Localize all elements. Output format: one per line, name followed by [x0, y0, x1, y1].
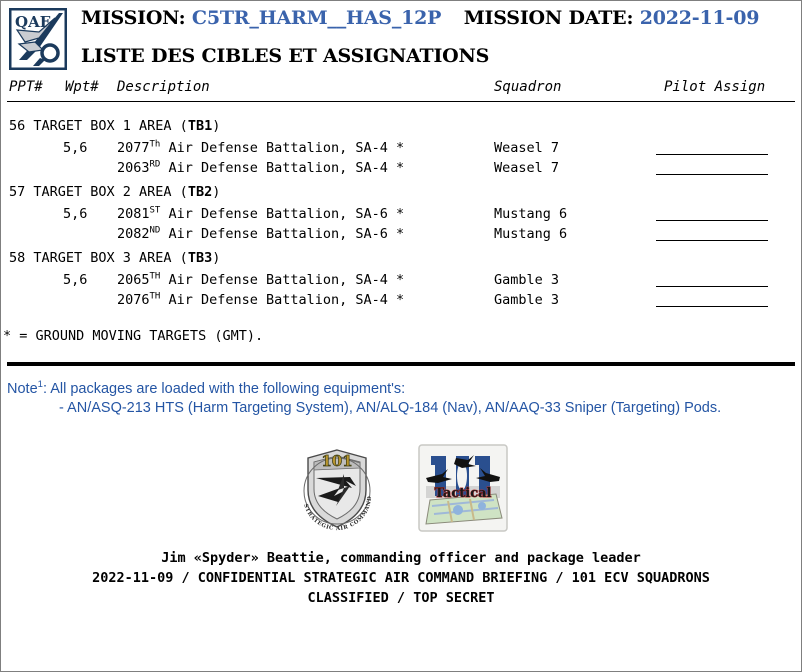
target-row-waypoints: 5,6: [63, 272, 88, 288]
target-row: 5,6 2077Th Air Defense Battalion, SA-4 * W…: [7, 138, 795, 158]
mission-date-label: MISSION DATE:: [463, 7, 634, 29]
equipment-note: Note1: All packages are loaded with the …: [7, 380, 795, 418]
target-group-code: TB1: [187, 118, 213, 134]
column-header-ppt: PPT#: [9, 79, 43, 95]
note-line-1-text: : All packages are loaded with the follo…: [42, 381, 406, 397]
column-header-wpt: Wpt#: [65, 79, 99, 95]
target-unit-ordinal: TH: [149, 291, 161, 302]
target-row-squadron: Weasel 7: [494, 160, 560, 176]
target-group-title: 56 TARGET BOX 1 AREA (TB1): [7, 112, 795, 138]
pilot-assign-field[interactable]: [656, 204, 768, 221]
target-row-description: 2065TH Air Defense Battalion, SA-4 *: [117, 270, 404, 290]
pilot-assign-field[interactable]: [656, 138, 768, 155]
footer-line-2: 2022-11-09 / CONFIDENTIAL STRATEGIC AIR …: [92, 570, 710, 586]
strategic-air-command-emblem: STRATEGIC AIR COMMAND 101: [302, 449, 372, 532]
target-group: 57 TARGET BOX 2 AREA (TB2) 5,6 2081ST Air …: [7, 178, 795, 244]
target-row-description: 2076TH Air Defense Battalion, SA-4 *: [117, 290, 404, 310]
target-row-squadron: Mustang 6: [494, 206, 568, 222]
target-row-squadron: Mustang 6: [494, 226, 568, 242]
tactical-word: Tactical: [435, 486, 492, 501]
target-group: 56 TARGET BOX 1 AREA (TB1) 5,6 2077Th Air …: [7, 112, 795, 178]
target-row: 2076TH Air Defense Battalion, SA-4 * Gamb…: [7, 290, 795, 310]
column-header-pilot-assign: Pilot Assign: [664, 79, 766, 95]
column-header-description: Description: [117, 79, 210, 95]
footer-line-1: Jim «Spyder» Beattie, commanding officer…: [161, 550, 641, 566]
table-column-headers: PPT# Wpt# Description Squadron Pilot Ass…: [7, 79, 795, 102]
note-line-1: Note1: All packages are loaded with the …: [7, 380, 795, 399]
target-row-description: 2063RD Air Defense Battalion, SA-4 *: [117, 158, 404, 178]
target-row-description: 2081ST Air Defense Battalion, SA-6 *: [117, 204, 404, 224]
target-group-title: 58 TARGET BOX 3 AREA (TB3): [7, 244, 795, 270]
target-unit-ordinal: ND: [149, 225, 161, 236]
pilot-assign-field[interactable]: [656, 270, 768, 287]
target-unit-number: 2063: [117, 160, 150, 176]
target-unit-number: 2065: [117, 272, 150, 288]
mission-header-line: MISSION: C5TR_HARM__HAS_12P MISSION DATE…: [81, 7, 759, 29]
target-row-waypoints: 5,6: [63, 140, 88, 156]
qaf-logo-text: QAF: [15, 13, 51, 31]
tactical-101-emblem: Tactical: [418, 444, 508, 532]
target-row-squadron: Weasel 7: [494, 140, 560, 156]
target-description-text: Air Defense Battalion, SA-6 *: [160, 226, 405, 242]
target-unit-number: 2082: [117, 226, 150, 242]
target-unit-ordinal: Th: [149, 139, 161, 150]
target-description-text: Air Defense Battalion, SA-6 *: [160, 206, 405, 222]
target-row: 5,6 2081ST Air Defense Battalion, SA-6 * M…: [7, 204, 795, 224]
target-unit-ordinal: ST: [149, 205, 161, 216]
target-description-text: Air Defense Battalion, SA-4 *: [160, 272, 405, 288]
document-footer: Jim «Spyder» Beattie, commanding officer…: [1, 548, 801, 608]
target-description-text: Air Defense Battalion, SA-4 *: [160, 160, 405, 176]
briefing-page: QAF MISSION: C5TR_HARM__HAS_12P MISSION …: [0, 0, 802, 672]
target-row: 5,6 2065TH Air Defense Battalion, SA-4 * G…: [7, 270, 795, 290]
pilot-assign-field[interactable]: [656, 224, 768, 241]
mission-date-value: 2022-11-09: [639, 7, 760, 29]
document-subtitle: LISTE DES CIBLES ET ASSIGNATIONS: [81, 45, 490, 67]
mission-label: MISSION:: [81, 7, 186, 29]
sac-number: 101: [321, 452, 352, 470]
target-row-description: 2082ND Air Defense Battalion, SA-6 *: [117, 224, 404, 244]
target-list: 56 TARGET BOX 1 AREA (TB1) 5,6 2077Th Air …: [7, 102, 795, 310]
column-header-squadron: Squadron: [494, 79, 562, 95]
section-divider: [7, 362, 795, 366]
target-unit-number: 2076: [117, 292, 150, 308]
pilot-assign-field[interactable]: [656, 158, 768, 175]
target-unit-number: 2081: [117, 206, 150, 222]
mission-value: C5TR_HARM__HAS_12P: [191, 7, 442, 29]
target-row-squadron: Gamble 3: [494, 272, 560, 288]
target-unit-ordinal: RD: [149, 159, 161, 170]
target-group-title-suffix: ): [212, 184, 221, 200]
target-row-description: 2077Th Air Defense Battalion, SA-4 *: [117, 138, 404, 158]
target-description-text: Air Defense Battalion, SA-4 *: [160, 140, 405, 156]
target-row: 2063RD Air Defense Battalion, SA-4 * Weas…: [7, 158, 795, 178]
qaf-logo: QAF: [9, 8, 67, 70]
target-row-waypoints: 5,6: [63, 206, 88, 222]
target-row-squadron: Gamble 3: [494, 292, 560, 308]
target-description-text: Air Defense Battalion, SA-4 *: [160, 292, 405, 308]
document-header: QAF MISSION: C5TR_HARM__HAS_12P MISSION …: [1, 1, 801, 79]
emblem-row: STRATEGIC AIR COMMAND 101 Tactical: [1, 444, 801, 536]
target-group-title-prefix: 56 TARGET BOX 1 AREA (: [9, 118, 188, 134]
target-group-title-suffix: ): [212, 118, 221, 134]
target-group-title-suffix: ): [212, 250, 221, 266]
pilot-assign-field[interactable]: [656, 290, 768, 307]
target-group-title: 57 TARGET BOX 2 AREA (TB2): [7, 178, 795, 204]
footer-line-3: CLASSIFIED / TOP SECRET: [307, 590, 495, 606]
gmt-legend: * = GROUND MOVING TARGETS (GMT).: [3, 328, 264, 344]
target-group: 58 TARGET BOX 3 AREA (TB3) 5,6 2065TH Air …: [7, 244, 795, 310]
note-label: Note: [7, 381, 38, 397]
note-line-2: - AN/ASQ-213 HTS (Harm Targeting System)…: [59, 400, 722, 416]
target-unit-number: 2077: [117, 140, 150, 156]
target-unit-ordinal: TH: [149, 271, 161, 282]
target-group-title-prefix: 57 TARGET BOX 2 AREA (: [9, 184, 188, 200]
target-group-title-prefix: 58 TARGET BOX 3 AREA (: [9, 250, 188, 266]
target-group-code: TB2: [187, 184, 213, 200]
target-group-code: TB3: [187, 250, 213, 266]
target-row: 2082ND Air Defense Battalion, SA-6 * Must…: [7, 224, 795, 244]
